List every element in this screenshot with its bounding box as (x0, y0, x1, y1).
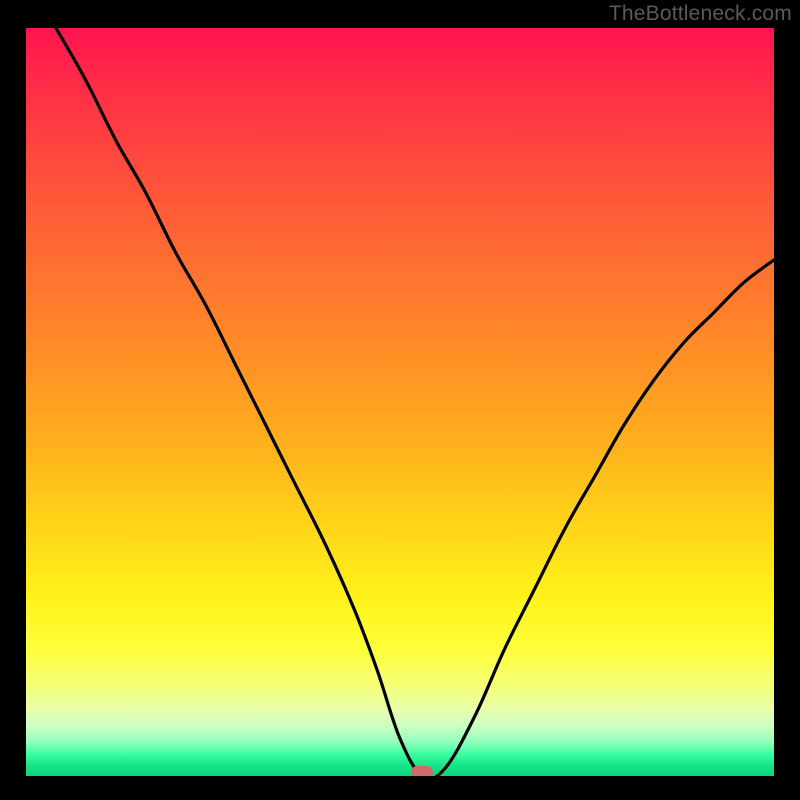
curve-path (56, 28, 774, 776)
bottleneck-curve (26, 28, 774, 776)
optimum-marker (411, 766, 433, 776)
chart-frame: TheBottleneck.com (0, 0, 800, 800)
watermark-text: TheBottleneck.com (609, 2, 792, 26)
plot-area (26, 28, 774, 776)
